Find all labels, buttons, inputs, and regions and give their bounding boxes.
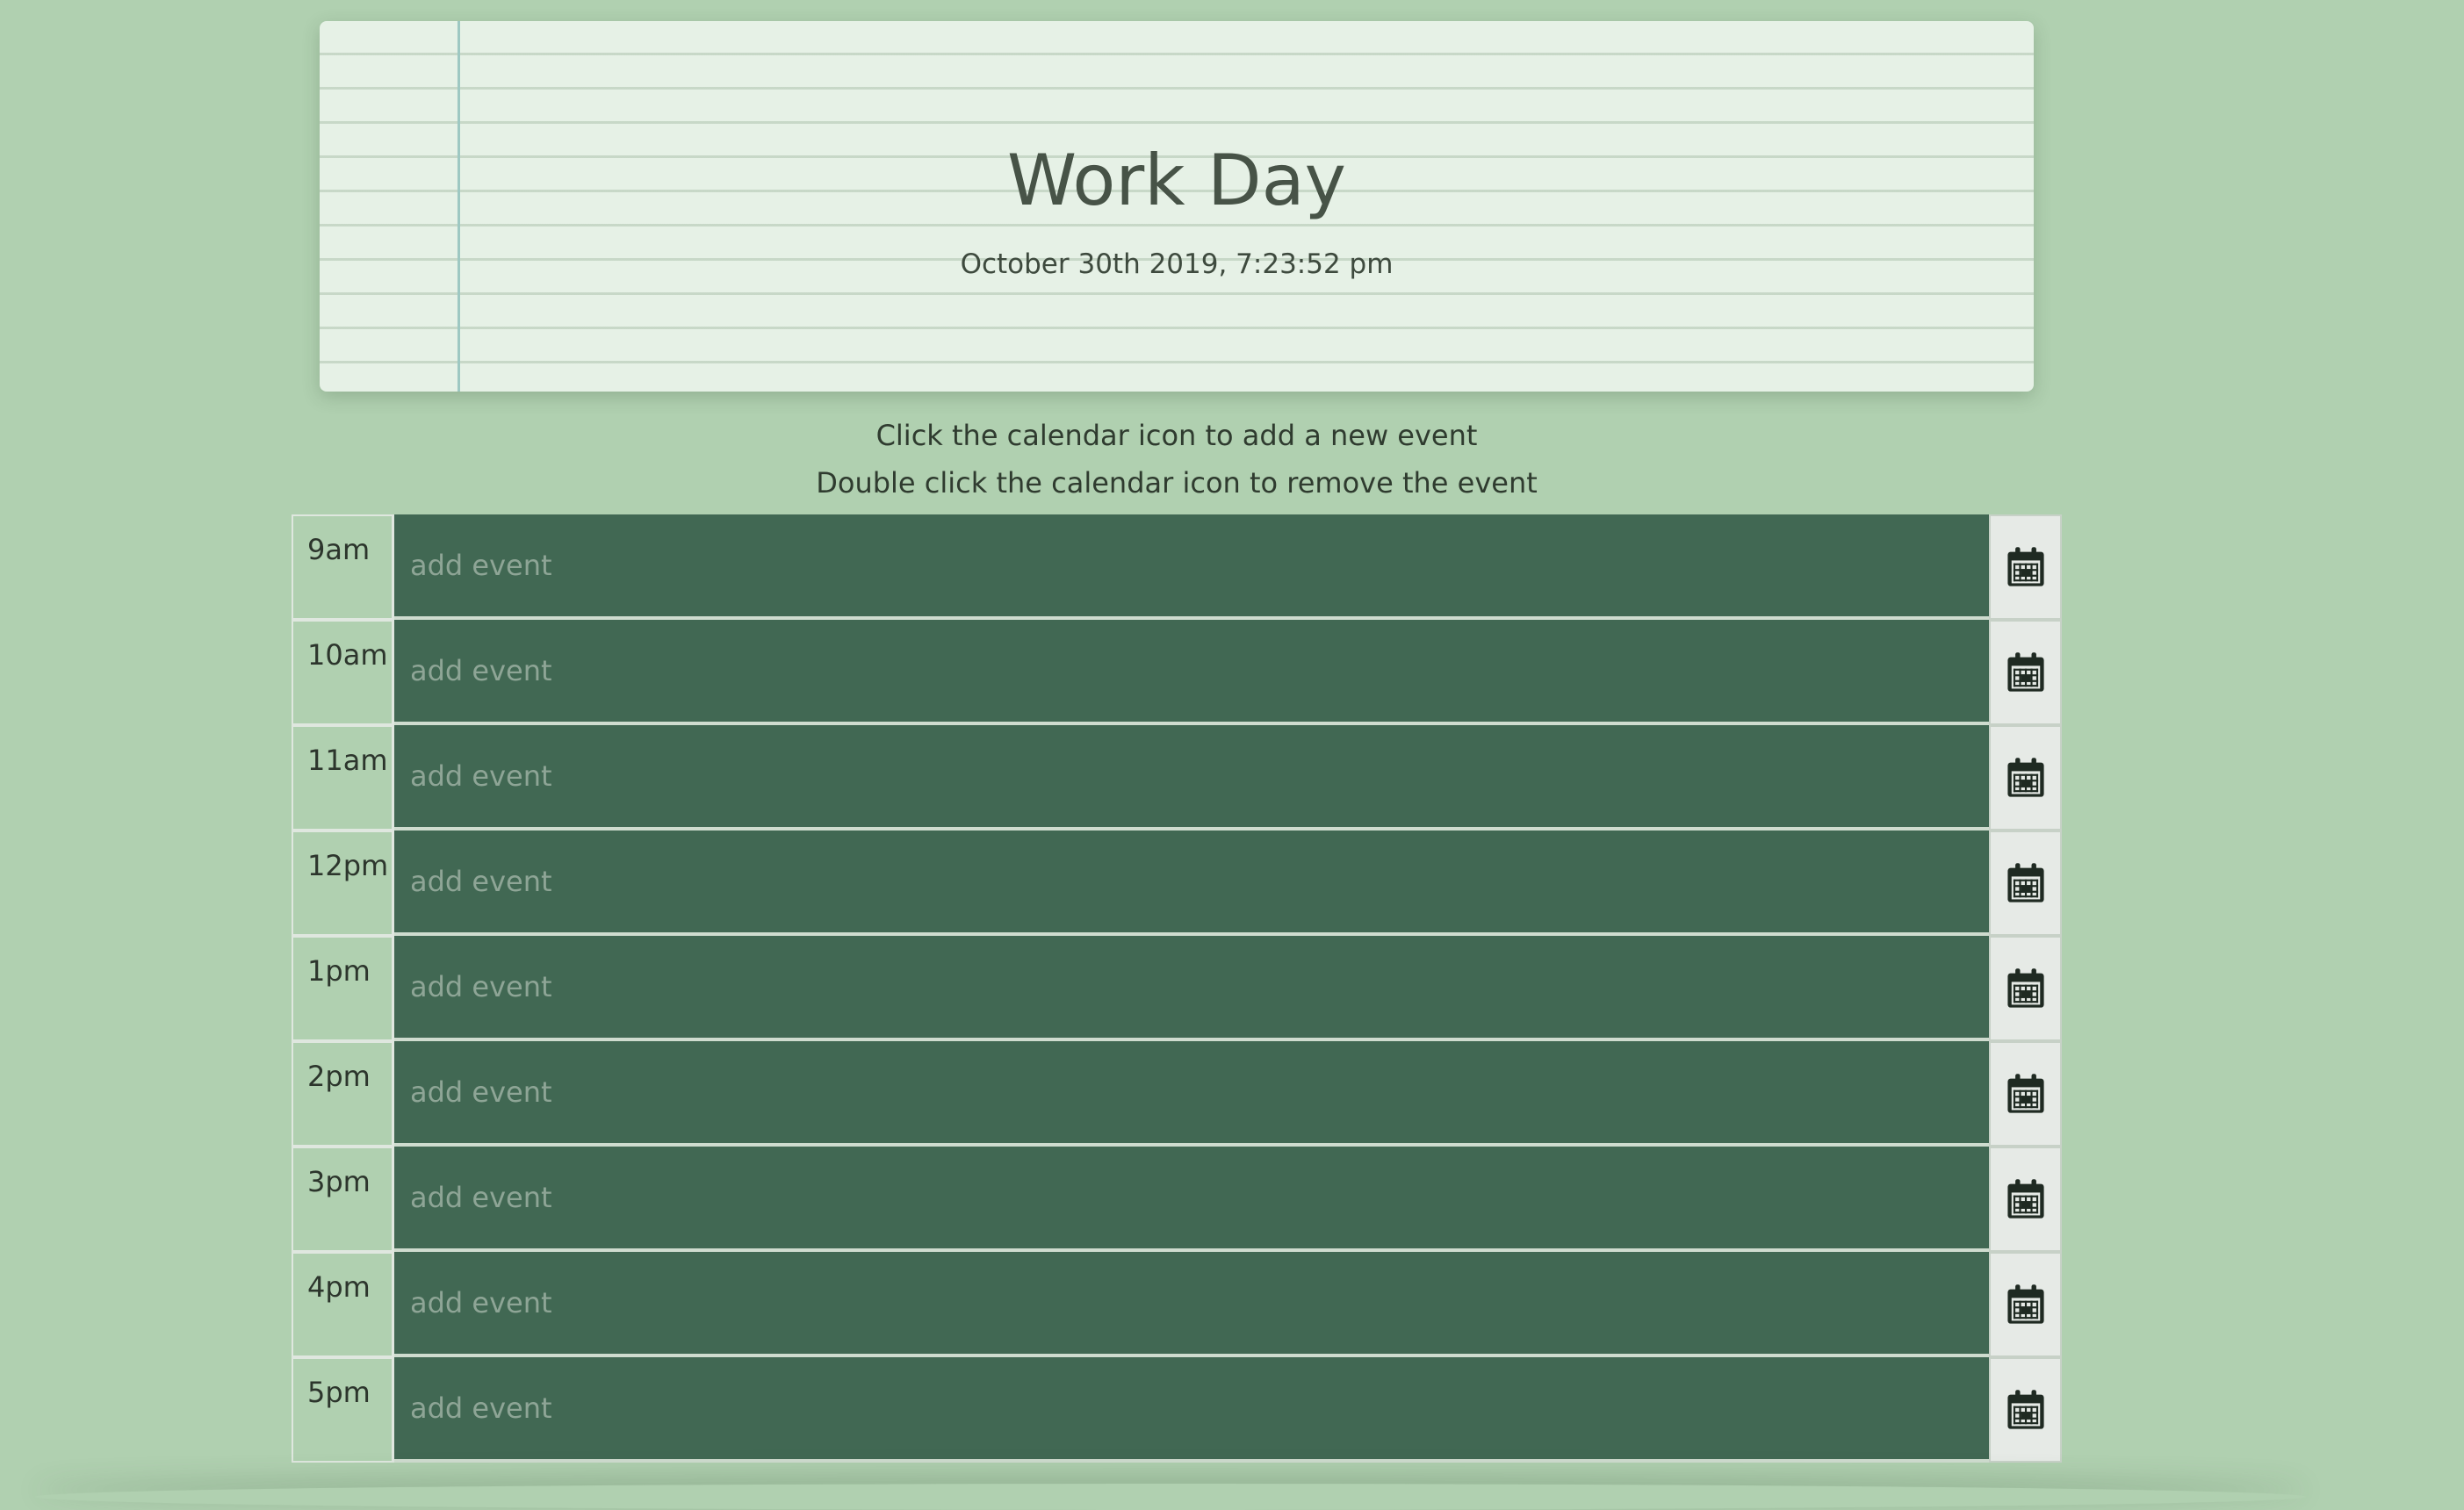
hour-label: 10am [292,620,394,725]
event-input[interactable] [410,1075,1989,1109]
hour-label: 4pm [292,1252,394,1357]
schedule-row: 10am [292,620,2062,725]
event-input[interactable] [410,759,1989,793]
event-input[interactable] [410,654,1989,687]
calendar-icon [2007,968,2044,1008]
calendar-icon [2007,758,2044,797]
calendar-icon [2007,1390,2044,1429]
hour-label: 3pm [292,1147,394,1252]
event-cell [394,1147,1989,1252]
schedule-row: 3pm [292,1147,2062,1252]
hour-label: 9am [292,514,394,620]
event-input[interactable] [410,1181,1989,1214]
event-input[interactable] [410,865,1989,898]
hour-label: 11am [292,725,394,830]
event-cell [394,1357,1989,1463]
schedule-row: 4pm [292,1252,2062,1357]
event-cell [394,514,1989,620]
save-event-button[interactable] [1989,1252,2062,1357]
calendar-icon [2007,1179,2044,1219]
event-cell [394,1252,1989,1357]
calendar-icon [2007,1074,2044,1113]
hour-label: 5pm [292,1357,394,1463]
event-cell [394,725,1989,830]
save-event-button[interactable] [1989,514,2062,620]
hour-label: 2pm [292,1041,394,1147]
instruction-remove: Double click the calendar icon to remove… [816,466,1538,500]
page-title: Work Day [1007,140,1346,221]
schedule-row: 11am [292,725,2062,830]
instruction-add: Click the calendar icon to add a new eve… [875,419,1478,452]
schedule-row: 1pm [292,936,2062,1041]
save-event-button[interactable] [1989,1147,2062,1252]
schedule-row: 2pm [292,1041,2062,1147]
event-input[interactable] [410,549,1989,582]
hour-label: 1pm [292,936,394,1041]
schedule-table: 9am add event 10am add event 11am add ev… [292,514,2062,1463]
save-event-button[interactable] [1989,620,2062,725]
hour-label: 12pm [292,830,394,936]
header-card: Work Day October 30th 2019, 7:23:52 pm [320,21,2034,392]
schedule-row: 5pm [292,1357,2062,1463]
event-cell [394,830,1989,936]
event-cell [394,620,1989,725]
calendar-icon [2007,1284,2044,1324]
current-datetime: October 30th 2019, 7:23:52 pm [960,248,1394,280]
event-input[interactable] [410,1391,1989,1425]
save-event-button[interactable] [1989,725,2062,830]
page-bottom-shadow [35,1484,2306,1510]
save-event-button[interactable] [1989,830,2062,936]
save-event-button[interactable] [1989,936,2062,1041]
calendar-icon [2007,863,2044,902]
calendar-icon [2007,547,2044,586]
save-event-button[interactable] [1989,1357,2062,1463]
save-event-button[interactable] [1989,1041,2062,1147]
schedule-row: 9am [292,514,2062,620]
event-cell [394,936,1989,1041]
schedule-row: 12pm [292,830,2062,936]
calendar-icon [2007,652,2044,692]
event-input[interactable] [410,970,1989,1003]
event-cell [394,1041,1989,1147]
event-input[interactable] [410,1286,1989,1319]
